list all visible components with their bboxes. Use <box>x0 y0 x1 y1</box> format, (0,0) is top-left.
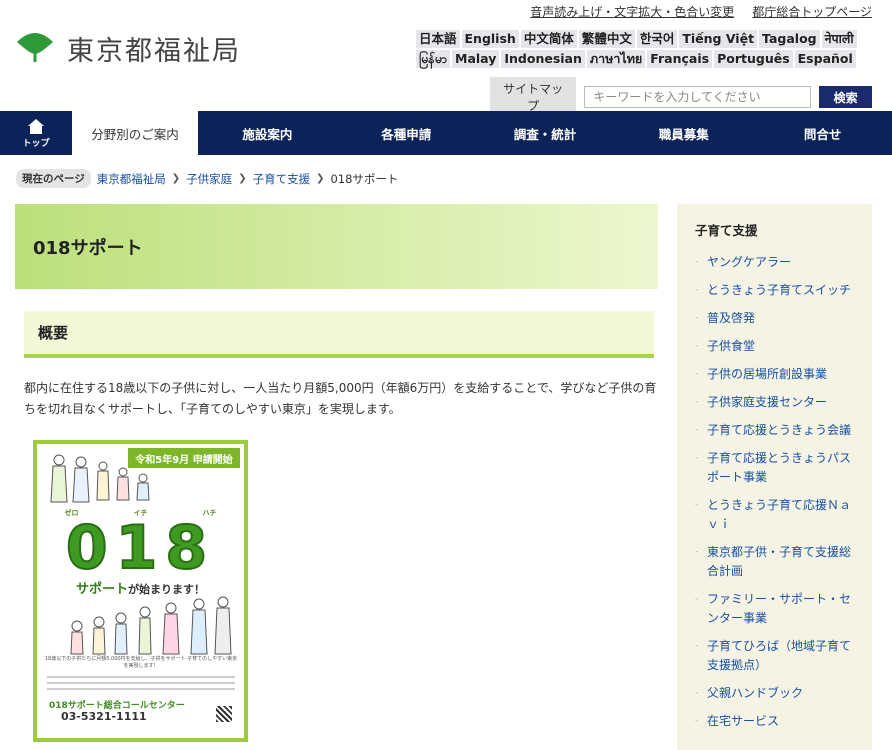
poster-inner: 令和5年9月 申請開始 ゼロ イチ ハチ 018 サポートが始まります！ 18歳… <box>37 444 244 738</box>
sidebar-item-ibasho[interactable]: 子供の居場所創設事業 <box>695 365 860 384</box>
nav-item-applications[interactable]: 各種申請 <box>337 111 476 155</box>
search-button[interactable]: 検索 <box>819 86 872 108</box>
lang-indonesian[interactable]: Indonesian <box>501 50 585 68</box>
sidebar-item-navi[interactable]: とうきょう子育て応援Ｎａｖｉ <box>695 496 860 534</box>
global-nav: トップ 分野別のご案内 施設案内 各種申請 調査・統計 職員募集 問合せ <box>0 111 892 155</box>
lang-nepali[interactable]: नेपाली <box>821 30 857 48</box>
poster-subtitle-strong: サポート <box>75 582 128 597</box>
site-logo[interactable]: 東京都福祉局 <box>15 28 241 68</box>
family-illustration-icon <box>50 454 150 503</box>
lang-burmese[interactable]: မြန်မာ <box>416 50 450 68</box>
ginkgo-leaf-icon <box>17 33 53 62</box>
utility-links: 音声読み上げ・文字拡大・色合い変更 都庁総合トップページ <box>530 3 872 20</box>
nav-item-facilities[interactable]: 施設案内 <box>198 111 337 155</box>
sidebar-item-plan[interactable]: 東京都子供・子育て支援総合計画 <box>695 543 860 581</box>
lang-spanish[interactable]: Español <box>794 50 856 68</box>
children-illustration-icon <box>70 596 232 655</box>
page-title: 018サポート <box>33 237 143 259</box>
poster-big-number: 018 <box>65 513 216 583</box>
search-input[interactable] <box>584 86 812 108</box>
poster-info-text: 18歳以下の子供たちに月額5,000円を支給し、子供をサポート 子育てのしやすい… <box>44 656 238 669</box>
chevron-right-icon: ❯ <box>238 173 247 184</box>
breadcrumb-current: 018サポート <box>330 171 399 186</box>
lang-chinese-simplified[interactable]: 中文简体 <box>520 30 577 48</box>
accessibility-link[interactable]: 音声読み上げ・文字拡大・色合い変更 <box>530 3 734 20</box>
poster-subtitle: サポートが始まります！ <box>37 578 244 597</box>
breadcrumb: 現在のページ 東京都福祉局 ❯ 子供家庭 ❯ 子育て支援 ❯ 018サポート <box>16 169 398 188</box>
sidebar-list: ヤングケアラー とうきょう子育てスイッチ 普及啓発 子供食堂 子供の居場所創設事… <box>695 253 860 731</box>
sidebar-item-father-handbook[interactable]: 父親ハンドブック <box>695 684 860 703</box>
chevron-right-icon: ❯ <box>171 173 181 184</box>
lang-english[interactable]: English <box>461 30 519 48</box>
sidebar-title: 子育て支援 <box>695 223 758 238</box>
page-title-box: 018サポート <box>15 204 658 289</box>
sidebar-item-awareness[interactable]: 普及啓発 <box>695 309 860 328</box>
lang-tagalog[interactable]: Tagalog <box>759 30 820 48</box>
breadcrumb-link-family[interactable]: 子供家庭 <box>186 171 232 187</box>
breadcrumb-label: 現在のページ <box>16 169 91 188</box>
section-heading-box: 概要 <box>24 311 654 358</box>
lang-japanese[interactable]: 日本語 <box>416 30 460 48</box>
poster-tel: 03-5321-1111 <box>61 710 147 723</box>
chevron-right-icon: ❯ <box>316 173 325 184</box>
logo-text: 東京都福祉局 <box>67 35 241 67</box>
nav-item-contact[interactable]: 問合せ <box>753 111 892 155</box>
lang-korean[interactable]: 한국어 <box>636 30 678 48</box>
sidebar-item-passport[interactable]: 子育て応援とうきょうパスポート事業 <box>695 449 860 487</box>
lang-thai[interactable]: ภาษาไทย <box>586 50 646 68</box>
nav-home-label: トップ <box>22 138 50 149</box>
nav-home[interactable]: トップ <box>0 111 72 155</box>
language-selector: 日本語 English 中文简体 繁體中文 한국어 Tiếng Việt Tag… <box>416 30 872 68</box>
sidebar-item-family-support[interactable]: ファミリー・サポート・センター事業 <box>695 590 860 628</box>
breadcrumb-link-bureau[interactable]: 東京都福祉局 <box>97 171 166 187</box>
poster-subtitle-rest: が始まります！ <box>128 583 205 596</box>
lang-chinese-traditional[interactable]: 繁體中文 <box>578 30 635 48</box>
sidebar-item-hiroba[interactable]: 子育てひろば（地域子育て支援拠点） <box>695 637 860 675</box>
qr-code-icon <box>216 706 232 722</box>
overview-text: 都内に在住する18歳以下の子供に対し、一人当たり月額5,000円（年額6万円）を… <box>24 381 657 416</box>
sidebar-item-switch[interactable]: とうきょう子育てスイッチ <box>695 281 860 300</box>
sidebar-item-young-carer[interactable]: ヤングケアラー <box>695 253 860 272</box>
lang-malay[interactable]: Malay <box>452 50 500 68</box>
sidebar: 子育て支援 ヤングケアラー とうきょう子育てスイッチ 普及啓発 子供食堂 子供の… <box>677 204 872 750</box>
breadcrumb-link-childcare[interactable]: 子育て支援 <box>253 171 311 187</box>
nav-item-fields[interactable]: 分野別のご案内 <box>72 111 198 155</box>
lang-vietnamese[interactable]: Tiếng Việt <box>679 30 758 48</box>
sidebar-item-cafeteria[interactable]: 子供食堂 <box>695 337 860 356</box>
lang-french[interactable]: Français <box>647 50 713 68</box>
sidebar-item-council[interactable]: 子育て応援とうきょう会議 <box>695 421 860 440</box>
lang-portuguese[interactable]: Português <box>714 50 793 68</box>
sidebar-item-support-center[interactable]: 子供家庭支援センター <box>695 393 860 412</box>
poster-detail-lines <box>47 676 235 694</box>
support-poster-image[interactable]: 令和5年9月 申請開始 ゼロ イチ ハチ 018 サポートが始まります！ 18歳… <box>33 440 248 742</box>
home-icon <box>28 118 44 134</box>
section-heading: 概要 <box>38 324 69 342</box>
nav-item-statistics[interactable]: 調査・統計 <box>476 111 615 155</box>
sidebar-item-home-service[interactable]: 在宅サービス <box>695 712 860 731</box>
metro-top-link[interactable]: 都庁総合トップページ <box>752 3 872 20</box>
nav-item-recruitment[interactable]: 職員募集 <box>614 111 753 155</box>
